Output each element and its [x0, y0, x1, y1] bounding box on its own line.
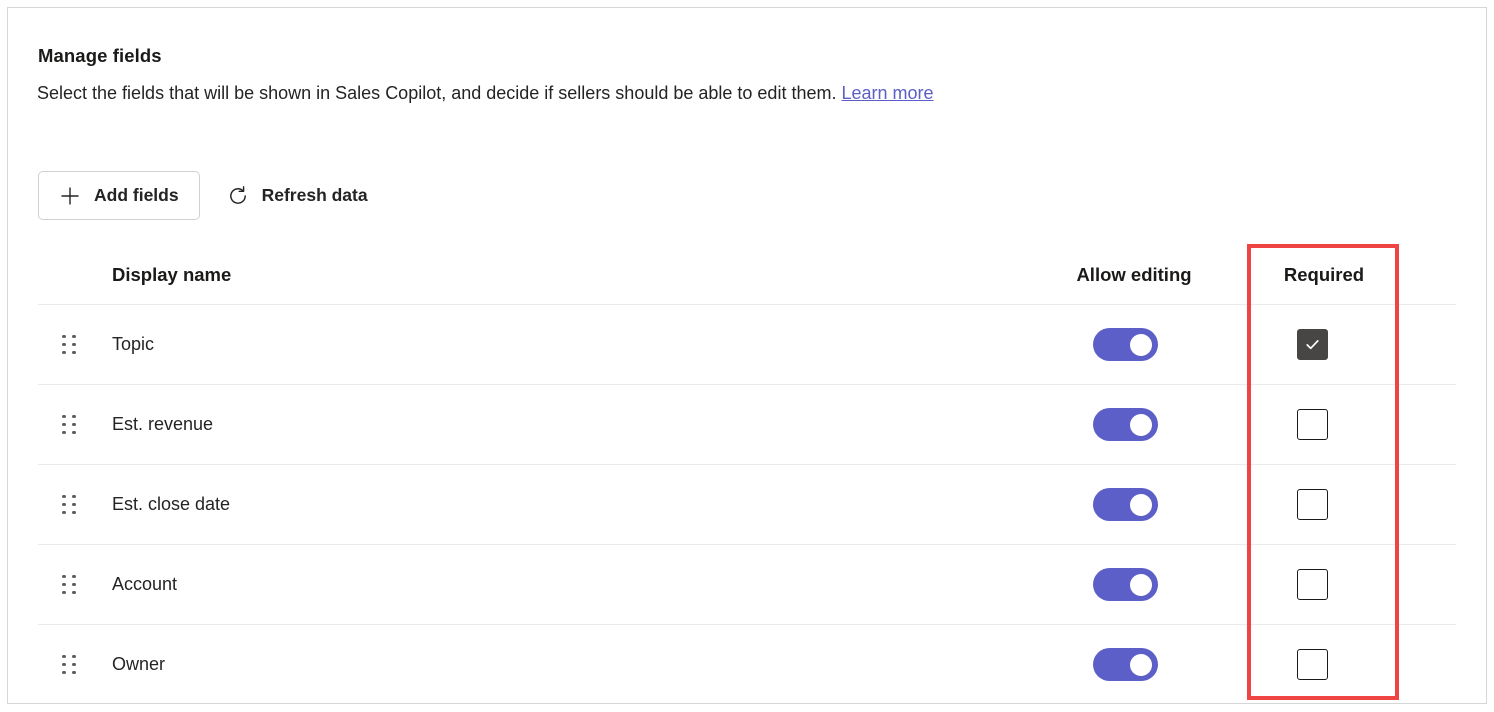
required-cell: [1248, 409, 1400, 440]
refresh-data-button[interactable]: Refresh data: [212, 171, 383, 220]
fields-table: Display name Allow editing Required Topi…: [38, 251, 1456, 704]
required-cell: [1248, 649, 1400, 680]
drag-handle-icon[interactable]: [62, 575, 76, 595]
field-display-name: Est. revenue: [86, 414, 1020, 435]
allow-editing-toggle[interactable]: [1093, 408, 1158, 441]
allow-editing-toggle[interactable]: [1093, 568, 1158, 601]
field-display-name: Est. close date: [86, 494, 1020, 515]
toggle-knob: [1130, 574, 1152, 596]
required-checkbox[interactable]: [1297, 489, 1328, 520]
required-checkbox[interactable]: [1297, 569, 1328, 600]
allow-editing-cell: [1020, 568, 1248, 601]
field-display-name: Topic: [86, 334, 1020, 355]
refresh-icon: [227, 185, 249, 207]
required-checkbox[interactable]: [1297, 649, 1328, 680]
table-row[interactable]: Topic: [38, 305, 1456, 385]
column-header-required: Required: [1248, 251, 1400, 286]
allow-editing-cell: [1020, 328, 1248, 361]
table-row[interactable]: Est. close date: [38, 465, 1456, 545]
drag-handle-icon[interactable]: [62, 415, 76, 435]
page-title: Manage fields: [38, 45, 162, 67]
required-cell: [1248, 489, 1400, 520]
field-display-name: Account: [86, 574, 1020, 595]
manage-fields-page: Manage fields Select the fields that wil…: [7, 7, 1487, 704]
toggle-knob: [1130, 334, 1152, 356]
drag-handle-icon[interactable]: [62, 495, 76, 515]
add-fields-button[interactable]: Add fields: [38, 171, 200, 220]
allow-editing-cell: [1020, 648, 1248, 681]
command-bar: Add fields Refresh data: [38, 171, 383, 220]
required-checkbox[interactable]: [1297, 409, 1328, 440]
allow-editing-cell: [1020, 408, 1248, 441]
drag-handle-cell[interactable]: [38, 655, 86, 675]
drag-handle-icon[interactable]: [62, 335, 76, 355]
required-cell: [1248, 329, 1400, 360]
table-row[interactable]: Account: [38, 545, 1456, 625]
header-tail-spacer: [1400, 251, 1456, 264]
table-row[interactable]: Est. revenue: [38, 385, 1456, 465]
drag-handle-icon[interactable]: [62, 655, 76, 675]
allow-editing-toggle[interactable]: [1093, 328, 1158, 361]
drag-handle-cell[interactable]: [38, 415, 86, 435]
field-display-name: Owner: [86, 654, 1020, 675]
drag-handle-cell[interactable]: [38, 575, 86, 595]
add-fields-label: Add fields: [94, 185, 179, 206]
allow-editing-toggle[interactable]: [1093, 648, 1158, 681]
plus-icon: [59, 185, 81, 207]
table-row[interactable]: Owner: [38, 625, 1456, 704]
required-checkbox[interactable]: [1297, 329, 1328, 360]
toggle-knob: [1130, 654, 1152, 676]
allow-editing-toggle[interactable]: [1093, 488, 1158, 521]
toggle-knob: [1130, 494, 1152, 516]
page-description: Select the fields that will be shown in …: [37, 83, 934, 104]
allow-editing-cell: [1020, 488, 1248, 521]
column-header-allow-editing: Allow editing: [1020, 251, 1248, 286]
learn-more-link[interactable]: Learn more: [841, 83, 933, 103]
column-header-display-name: Display name: [86, 251, 1020, 286]
page-description-text: Select the fields that will be shown in …: [37, 83, 841, 103]
drag-handle-cell[interactable]: [38, 495, 86, 515]
header-handle-spacer: [38, 251, 86, 264]
drag-handle-cell[interactable]: [38, 335, 86, 355]
required-cell: [1248, 569, 1400, 600]
toggle-knob: [1130, 414, 1152, 436]
refresh-data-label: Refresh data: [262, 185, 368, 206]
checkmark-icon: [1304, 336, 1321, 353]
table-header-row: Display name Allow editing Required: [38, 251, 1456, 305]
